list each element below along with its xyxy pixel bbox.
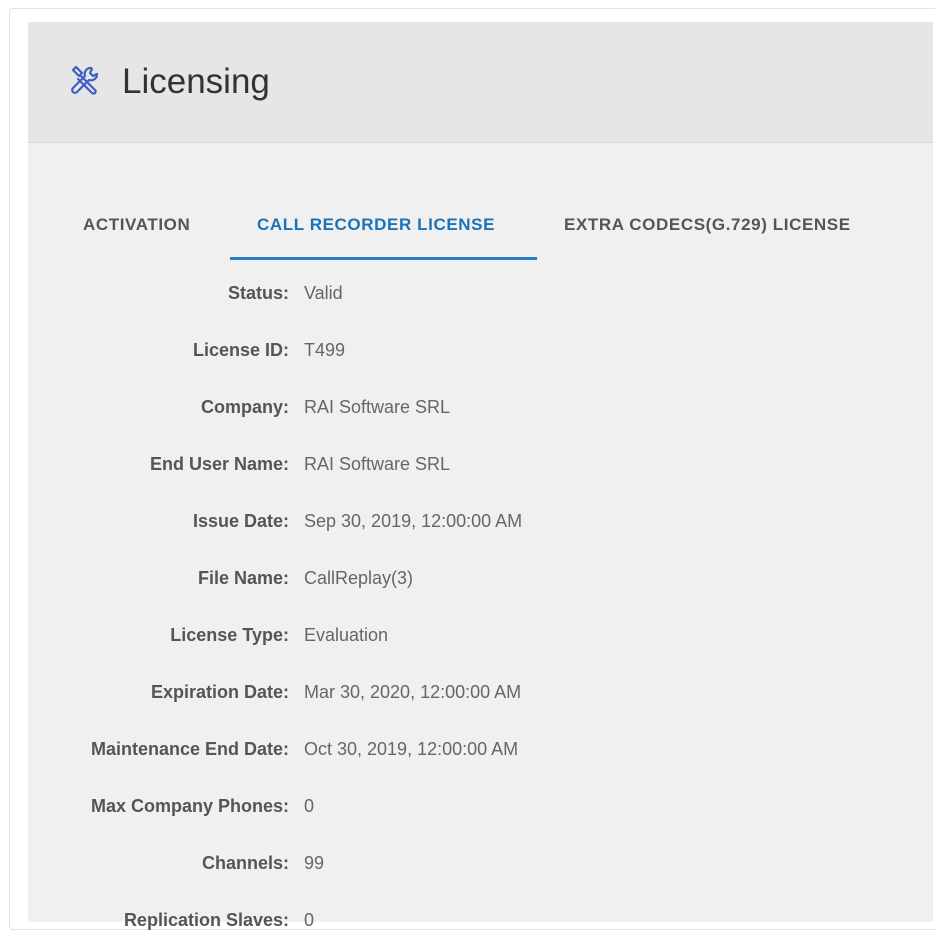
- field-row-issue-date: Issue Date: Sep 30, 2019, 12:00:00 AM: [28, 506, 933, 536]
- tab-extra-codecs-license[interactable]: EXTRA CODECS(G.729) LICENSE: [564, 215, 851, 235]
- tab-call-recorder-license[interactable]: CALL RECORDER LICENSE: [257, 215, 495, 235]
- field-value: 0: [304, 910, 315, 930]
- field-label: Expiration Date:: [150, 682, 289, 702]
- field-label: Status:: [227, 283, 289, 303]
- field-value: 99: [304, 853, 325, 873]
- field-value: CallReplay(3): [304, 568, 414, 588]
- field-row-maintenance-end-date: Maintenance End Date: Oct 30, 2019, 12:0…: [28, 734, 933, 764]
- field-value: RAI Software SRL: [304, 454, 451, 474]
- licensing-panel: Licensing ACTIVATION CALL RECORDER LICEN…: [28, 22, 933, 930]
- field-label: Channels:: [201, 853, 289, 873]
- page-title: Licensing: [122, 62, 270, 101]
- field-row-end-user-name: End User Name: RAI Software SRL: [28, 449, 933, 479]
- field-value: Mar 30, 2020, 12:00:00 AM: [304, 682, 522, 702]
- field-row-license-id: License ID: T499: [28, 335, 933, 365]
- field-label: License ID:: [192, 340, 289, 360]
- tools-icon: [71, 65, 99, 95]
- field-value: T499: [304, 340, 346, 360]
- field-value: Sep 30, 2019, 12:00:00 AM: [304, 511, 523, 531]
- field-row-replication-slaves: Replication Slaves: 0: [28, 905, 933, 935]
- field-value: 0: [304, 796, 315, 816]
- field-row-max-company-phones: Max Company Phones: 0: [28, 791, 933, 821]
- field-label: Max Company Phones:: [90, 796, 289, 816]
- field-row-status: Status: Valid: [28, 278, 933, 308]
- field-label: End User Name:: [149, 454, 289, 474]
- field-row-expiration-date: Expiration Date: Mar 30, 2020, 12:00:00 …: [28, 677, 933, 707]
- tab-activation[interactable]: ACTIVATION: [83, 215, 190, 235]
- license-tabs: ACTIVATION CALL RECORDER LICENSE EXTRA C…: [28, 142, 933, 260]
- field-row-channels: Channels: 99: [28, 848, 933, 878]
- field-label: Company:: [200, 397, 289, 417]
- field-row-license-type: License Type: Evaluation: [28, 620, 933, 650]
- field-row-company: Company: RAI Software SRL: [28, 392, 933, 422]
- field-label: License Type:: [170, 625, 289, 645]
- field-label: Replication Slaves:: [123, 910, 289, 930]
- field-label: Maintenance End Date:: [90, 739, 289, 759]
- field-value: Valid: [304, 283, 343, 303]
- field-value: RAI Software SRL: [304, 397, 451, 417]
- field-label: File Name:: [197, 568, 289, 588]
- active-tab-indicator: [230, 257, 537, 260]
- panel-header: Licensing: [28, 22, 933, 143]
- field-value: Oct 30, 2019, 12:00:00 AM: [304, 739, 519, 759]
- field-value: Evaluation: [304, 625, 389, 645]
- field-label: Issue Date:: [192, 511, 289, 531]
- field-row-file-name: File Name: CallReplay(3): [28, 563, 933, 593]
